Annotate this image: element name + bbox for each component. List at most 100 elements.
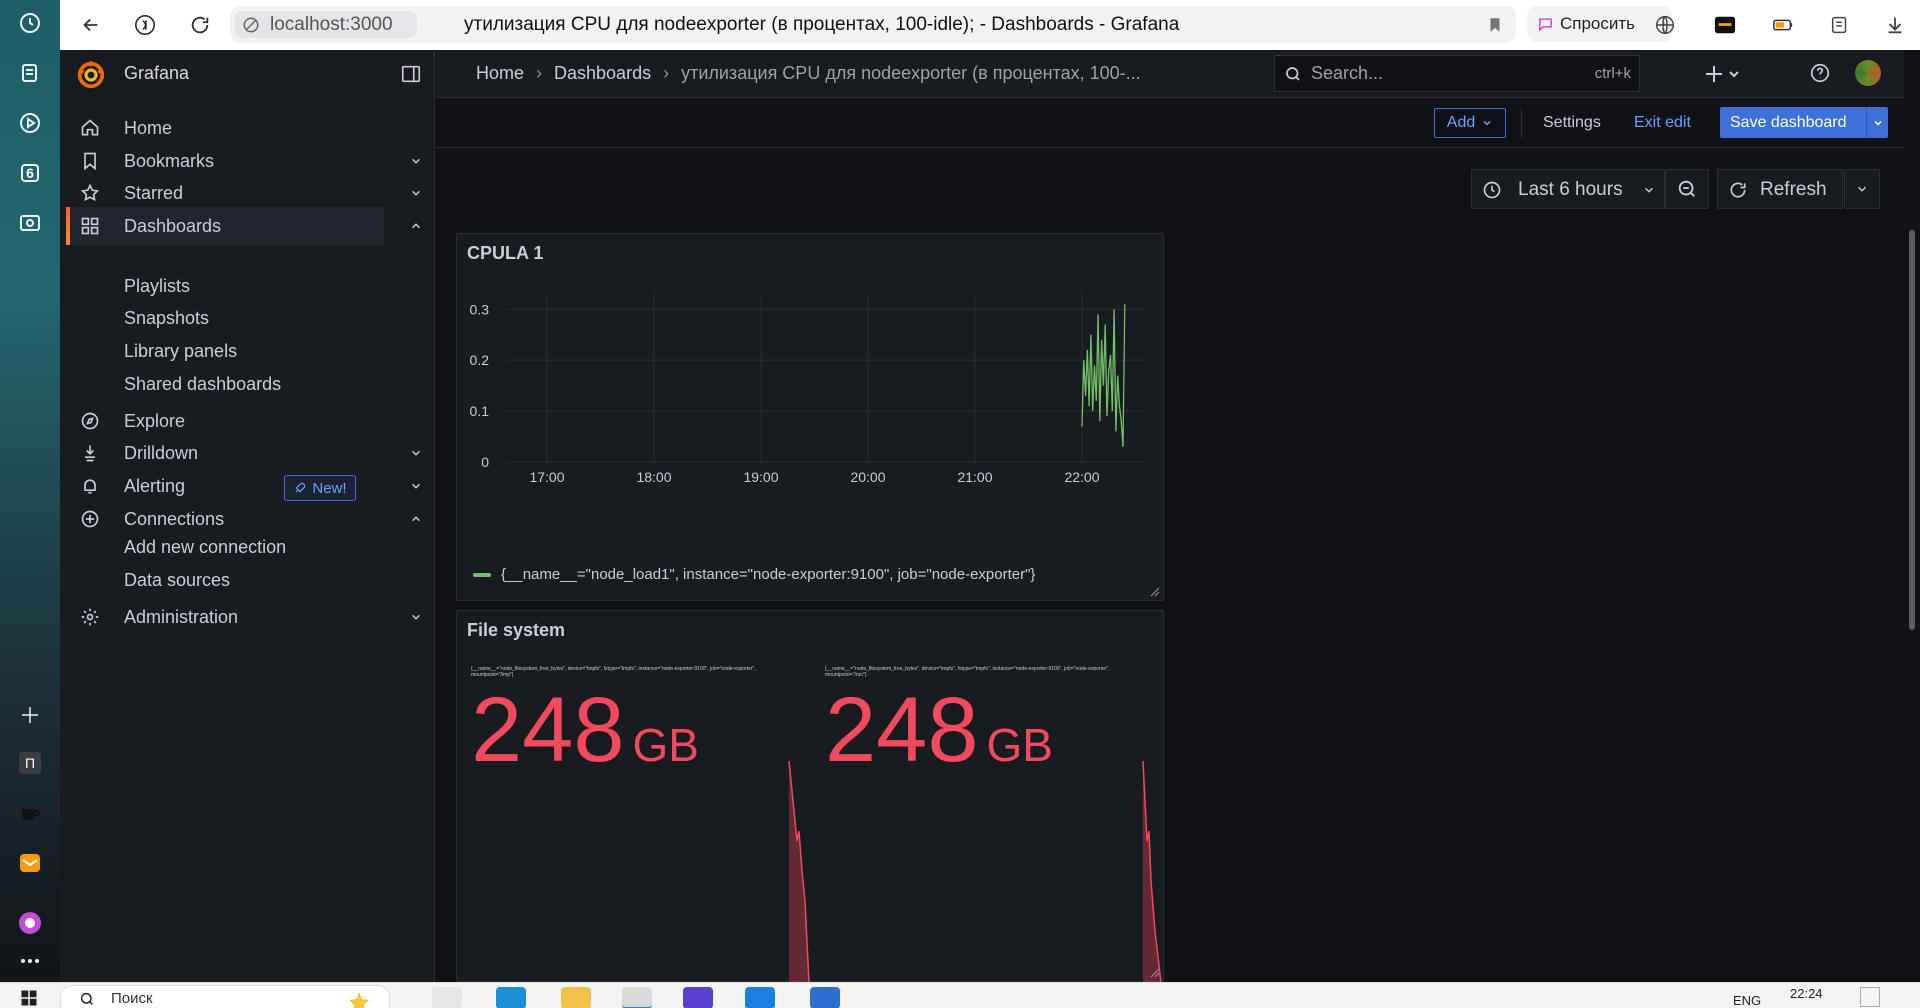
cpu-load-panel[interactable]: CPULA 1 0 0.1 0.2 0.3 17:00 18:00 19:00 20:00 21… — [456, 233, 1164, 601]
file-explorer-icon[interactable] — [561, 987, 591, 1008]
yandex-icon[interactable] — [130, 10, 160, 40]
nav-sub-library-panels[interactable]: Library panels — [124, 336, 237, 366]
compass-icon — [81, 412, 99, 430]
exit-edit-button[interactable]: Exit edit — [1626, 108, 1699, 138]
bybit-extension-icon[interactable] — [1712, 12, 1738, 38]
ask-icon — [1539, 18, 1552, 32]
refresh-interval-button[interactable] — [1844, 169, 1880, 209]
chevron-down-icon[interactable] — [409, 479, 423, 493]
stat-unit: GB — [632, 719, 699, 771]
breadcrumb-separator-icon: › — [536, 63, 543, 83]
reload-button[interactable] — [185, 10, 215, 40]
stat-series-label: {__name__="node_filesystem_free_bytes", … — [825, 666, 1110, 678]
chevron-up-icon[interactable] — [409, 512, 423, 526]
time-range-picker[interactable]: Last 6 hours — [1471, 169, 1665, 209]
chevron-down-icon[interactable] — [409, 186, 423, 200]
video-icon[interactable] — [15, 108, 45, 138]
chevron-down-icon[interactable] — [409, 154, 423, 168]
nav-sub-playlists[interactable]: Playlists — [124, 271, 190, 301]
zoom-out-button[interactable] — [1665, 169, 1709, 209]
jetbrains-app-icon[interactable] — [683, 987, 713, 1008]
x-tick-label: 18:00 — [636, 469, 671, 485]
chevron-up-icon[interactable] — [409, 219, 423, 233]
nav-sub-snapshots[interactable]: Snapshots — [124, 303, 209, 333]
nav-sub-shared-dashboards[interactable]: Shared dashboards — [124, 369, 281, 399]
nav-label-starred: Starred — [124, 183, 184, 203]
cup-icon[interactable] — [15, 798, 45, 828]
screenshot-icon[interactable] — [15, 208, 45, 238]
chevron-down-icon[interactable] — [409, 446, 423, 460]
search-box[interactable]: ctrl+k — [1274, 55, 1640, 92]
globe-icon[interactable] — [1652, 12, 1678, 38]
breadcrumb-current: утилизация CPU для nodeexporter (в проце… — [681, 63, 1141, 83]
home-icon — [81, 119, 99, 136]
rail-app-letter-text: П — [19, 752, 41, 774]
bell-icon — [84, 479, 96, 494]
scrollbar-thumb[interactable] — [1909, 230, 1915, 630]
nav-item-administration[interactable]: Administration — [68, 598, 435, 636]
show-desktop-button[interactable] — [1860, 987, 1880, 1007]
settings-button[interactable]: Settings — [1535, 108, 1609, 138]
nav-item-dashboards[interactable]: Dashboards — [66, 207, 384, 245]
downloads-tray-icon[interactable] — [1827, 12, 1853, 38]
site-info-icon[interactable] — [242, 16, 260, 34]
add-panel-icon[interactable] — [15, 700, 45, 730]
bookmark-page-icon[interactable] — [1486, 15, 1504, 35]
docker-app-icon[interactable] — [745, 987, 775, 1008]
star-icon — [80, 183, 100, 202]
search-input[interactable] — [1311, 56, 1571, 91]
stat-sparkline — [1142, 761, 1162, 983]
brand[interactable]: Grafana — [60, 50, 435, 98]
nav-sub-data-sources[interactable]: Data sources — [124, 565, 230, 595]
resize-handle-icon[interactable] — [1148, 966, 1160, 978]
collections-icon[interactable] — [15, 58, 45, 88]
add-button[interactable]: Add — [1434, 108, 1506, 138]
refresh-button[interactable]: Refresh — [1717, 169, 1843, 209]
taskbar-search[interactable]: Поиск — [60, 985, 390, 1008]
legend-series-label[interactable]: {__name__="node_load1", instance="node-e… — [501, 566, 1035, 583]
save-dashboard-button[interactable]: Save dashboard — [1720, 107, 1888, 138]
windows-start-icon[interactable] — [20, 989, 38, 1007]
breadcrumb-home[interactable]: Home — [476, 63, 524, 84]
powershell-app-icon[interactable] — [810, 987, 840, 1008]
time-series-chart[interactable]: 0 0.1 0.2 0.3 17:00 18:00 19:00 20:00 21:00 22:00 — [457, 274, 1163, 554]
stat-number: 248 — [825, 679, 979, 781]
series-line[interactable] — [1081, 304, 1126, 447]
user-avatar[interactable] — [1855, 60, 1881, 86]
page-scrollbar[interactable] — [1904, 50, 1920, 982]
back-button[interactable] — [76, 10, 106, 40]
input-language[interactable]: ENG — [1733, 993, 1761, 1008]
dashboard-canvas: Last 6 hours Refresh CPULA 1 0 0.1 0.2 0.3 1… — [436, 148, 1904, 983]
grafana-topbar: Home › Dashboards › утилизация CPU для n… — [436, 50, 1904, 98]
address-host-pill[interactable]: localhost:3000 — [234, 11, 417, 38]
mail-icon[interactable] — [15, 848, 45, 878]
task-view-icon[interactable] — [432, 987, 462, 1008]
rail-app-letter[interactable]: П — [15, 748, 45, 778]
edge-app-icon[interactable] — [496, 987, 526, 1008]
filesystem-panel[interactable]: File system {__name__="node_filesystem_f… — [456, 610, 1164, 983]
chevron-down-icon — [1873, 120, 1882, 126]
battery-extension-icon[interactable] — [1770, 12, 1796, 38]
help-icon[interactable] — [1809, 62, 1831, 84]
nav-label-explore: Explore — [124, 411, 186, 431]
nav-sub-add-new-connection[interactable]: Add new connection — [124, 532, 286, 562]
bookmark-icon — [84, 152, 96, 171]
yandex-browser-task-icon[interactable] — [622, 987, 652, 1008]
breadcrumb-dashboards[interactable]: Dashboards — [554, 63, 651, 84]
taskbar-search-text: Поиск — [111, 990, 153, 1007]
dock-menu-icon[interactable] — [400, 63, 422, 85]
calendar-badge[interactable]: 6 — [15, 158, 45, 188]
resize-handle-icon[interactable] — [1148, 585, 1160, 597]
ask-button[interactable]: Спросить ⋮ — [1527, 6, 1672, 42]
download-icon[interactable] — [1882, 12, 1908, 38]
alice-icon[interactable] — [15, 908, 45, 938]
stat-series-label: {__name__="node_filesystem_free_bytes", … — [471, 666, 756, 678]
clock-time[interactable]: 22:24 — [1790, 986, 1823, 1001]
save-options-button[interactable] — [1866, 107, 1888, 138]
history-icon[interactable] — [15, 8, 45, 38]
grafana-logo-icon — [77, 61, 105, 89]
chevron-down-icon[interactable] — [409, 610, 423, 624]
new-plus-menu-icon[interactable] — [1704, 62, 1744, 86]
address-bar[interactable]: localhost:3000 утилизация CPU для nodeex… — [230, 6, 1516, 43]
more-icon[interactable] — [15, 946, 45, 976]
